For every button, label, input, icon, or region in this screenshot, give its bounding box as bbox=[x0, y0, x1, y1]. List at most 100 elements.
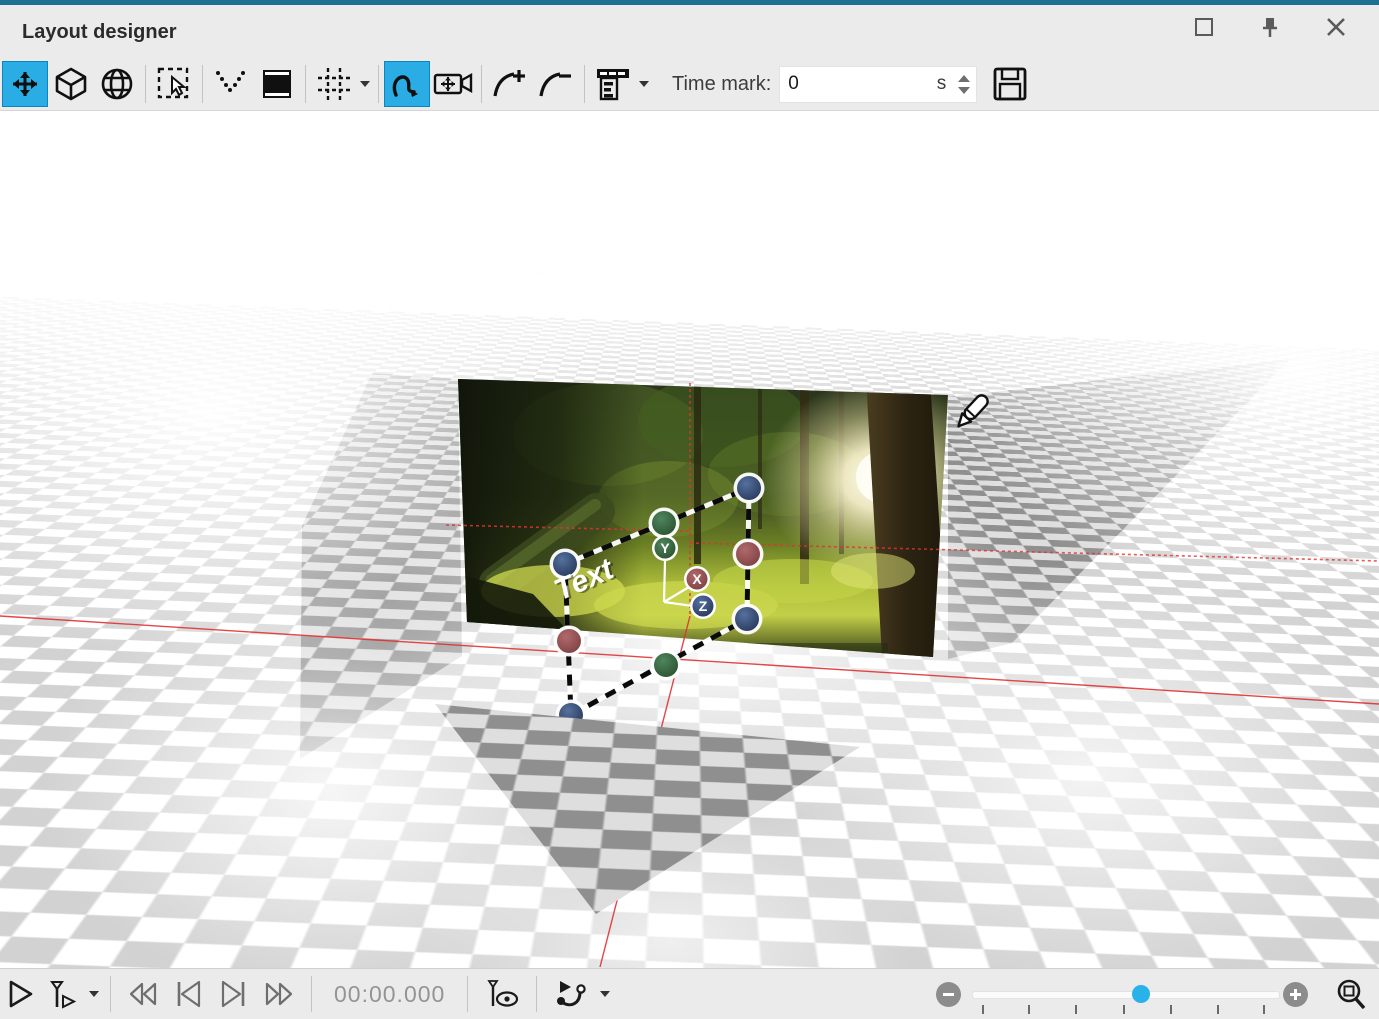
pin-icon bbox=[1263, 18, 1277, 37]
add-curve-point-button[interactable] bbox=[487, 61, 533, 107]
image-object[interactable] bbox=[458, 379, 948, 657]
maximize-icon bbox=[1195, 18, 1213, 36]
prev-frame-button[interactable] bbox=[167, 974, 211, 1014]
time-mark-input[interactable]: 0 s bbox=[779, 65, 978, 103]
layout-canvas[interactable]: Y X Z Text Text bbox=[0, 111, 1379, 968]
zoom-in-icon-vbar bbox=[1294, 989, 1297, 1000]
time-mark-unit: s bbox=[936, 73, 947, 94]
zoom-fit-button[interactable] bbox=[1328, 975, 1376, 1015]
prev-frame-icon bbox=[177, 980, 201, 1008]
select-icon bbox=[157, 67, 189, 99]
zoom-out-icon bbox=[943, 993, 954, 996]
titlebar[interactable]: Layout designer bbox=[0, 0, 1379, 58]
skip-back-button[interactable] bbox=[119, 974, 167, 1014]
transport-separator bbox=[536, 976, 538, 1012]
forest-image bbox=[458, 379, 948, 657]
main-toolbar: Time mark: 0 s bbox=[0, 58, 1379, 111]
motion-path-icon bbox=[392, 75, 418, 97]
move-tool-button[interactable] bbox=[2, 61, 48, 107]
keyframe-table-button[interactable] bbox=[590, 61, 636, 107]
zoom-tick bbox=[982, 1005, 984, 1014]
marker-visibility-icon bbox=[487, 980, 519, 1007]
add-curve-point-icon bbox=[493, 70, 525, 97]
time-display: 00:00.000 bbox=[334, 980, 446, 1007]
toolbar-separator bbox=[202, 65, 203, 103]
zoom-slider-track[interactable] bbox=[972, 985, 1280, 1003]
next-frame-button[interactable] bbox=[211, 974, 255, 1014]
window-controls bbox=[1191, 14, 1349, 40]
zoom-controls bbox=[920, 969, 1379, 1019]
chevron-down-icon bbox=[600, 991, 611, 997]
skip-forward-icon bbox=[265, 982, 293, 1006]
keyframe-table-icon bbox=[597, 69, 629, 101]
zoom-in-button[interactable] bbox=[1283, 982, 1308, 1007]
cube-icon bbox=[55, 67, 87, 101]
chevron-down-icon bbox=[639, 81, 649, 87]
zoom-tick bbox=[1123, 1005, 1125, 1014]
time-mark-spinner bbox=[952, 74, 976, 94]
window-title: Layout designer bbox=[22, 20, 177, 43]
toolbar-separator bbox=[378, 65, 379, 103]
toolbar-separator bbox=[481, 65, 482, 103]
marker-visibility-button[interactable] bbox=[476, 974, 528, 1014]
zoom-out-button[interactable] bbox=[936, 982, 961, 1007]
accent-stripe bbox=[0, 0, 1379, 5]
globe-tool-button[interactable] bbox=[94, 61, 140, 107]
transport-separator bbox=[467, 976, 469, 1012]
pin-button[interactable] bbox=[1257, 14, 1283, 40]
cube-3d-tool-button[interactable] bbox=[48, 61, 94, 107]
layers-tool-button[interactable] bbox=[254, 61, 300, 107]
zoom-tick bbox=[1170, 1005, 1172, 1014]
spinner-down-icon[interactable] bbox=[958, 86, 971, 94]
play-icon bbox=[9, 980, 33, 1008]
skip-back-icon bbox=[129, 982, 157, 1006]
play-path-icon bbox=[557, 981, 587, 1007]
zoom-tick bbox=[1075, 1005, 1077, 1014]
zoom-tick bbox=[1217, 1005, 1219, 1014]
maximize-button[interactable] bbox=[1191, 14, 1217, 40]
spinner-up-icon[interactable] bbox=[958, 74, 971, 82]
camera-pan-tool-button[interactable] bbox=[430, 61, 476, 107]
zoom-tick bbox=[1028, 1005, 1030, 1014]
close-button[interactable] bbox=[1323, 14, 1349, 40]
save-button[interactable] bbox=[987, 61, 1033, 107]
remove-curve-point-button[interactable] bbox=[533, 61, 579, 107]
grid-tool-button[interactable] bbox=[311, 61, 357, 107]
select-tool-button[interactable] bbox=[151, 61, 197, 107]
toolbar-separator bbox=[584, 65, 585, 103]
keyframe-table-dropdown-button[interactable] bbox=[636, 62, 652, 106]
skip-forward-button[interactable] bbox=[255, 974, 303, 1014]
globe-icon bbox=[101, 68, 133, 100]
play-path-dropdown[interactable] bbox=[597, 972, 613, 1016]
layers-icon bbox=[263, 70, 291, 98]
play-button[interactable] bbox=[0, 974, 42, 1014]
play-options-dropdown[interactable] bbox=[86, 972, 102, 1016]
time-mark-value[interactable]: 0 bbox=[788, 73, 937, 95]
play-path-button[interactable] bbox=[545, 974, 597, 1014]
zoom-fit-icon bbox=[1337, 979, 1366, 1010]
transport-separator bbox=[110, 976, 111, 1012]
time-mark-label: Time mark: bbox=[672, 72, 772, 95]
curve-points-tool-button[interactable] bbox=[208, 61, 254, 107]
zoom-slider-thumb[interactable] bbox=[1132, 985, 1151, 1003]
camera-pan-icon bbox=[433, 72, 473, 95]
remove-curve-point-icon bbox=[539, 72, 571, 97]
chevron-down-icon bbox=[89, 991, 99, 997]
close-icon bbox=[1327, 18, 1345, 36]
grid-icon bbox=[318, 68, 350, 100]
play-from-marker-icon bbox=[50, 981, 77, 1009]
curve-points-icon bbox=[216, 71, 245, 92]
zoom-tick bbox=[1263, 1005, 1265, 1014]
move-icon bbox=[13, 72, 37, 96]
save-icon bbox=[993, 67, 1027, 101]
chevron-down-icon bbox=[360, 81, 370, 87]
grid-dropdown-button[interactable] bbox=[357, 62, 373, 106]
next-frame-icon bbox=[221, 980, 245, 1008]
toolbar-separator bbox=[145, 65, 146, 103]
transport-bar: 00:00.000 bbox=[0, 968, 1379, 1019]
transport-separator bbox=[311, 976, 312, 1012]
toolbar-separator bbox=[305, 65, 306, 103]
motion-path-tool-button[interactable] bbox=[384, 61, 430, 107]
layout-designer-window: Layout designer Time mark: 0 s Y X Z Tex… bbox=[0, 0, 1379, 1019]
play-from-marker-button[interactable] bbox=[42, 974, 86, 1014]
